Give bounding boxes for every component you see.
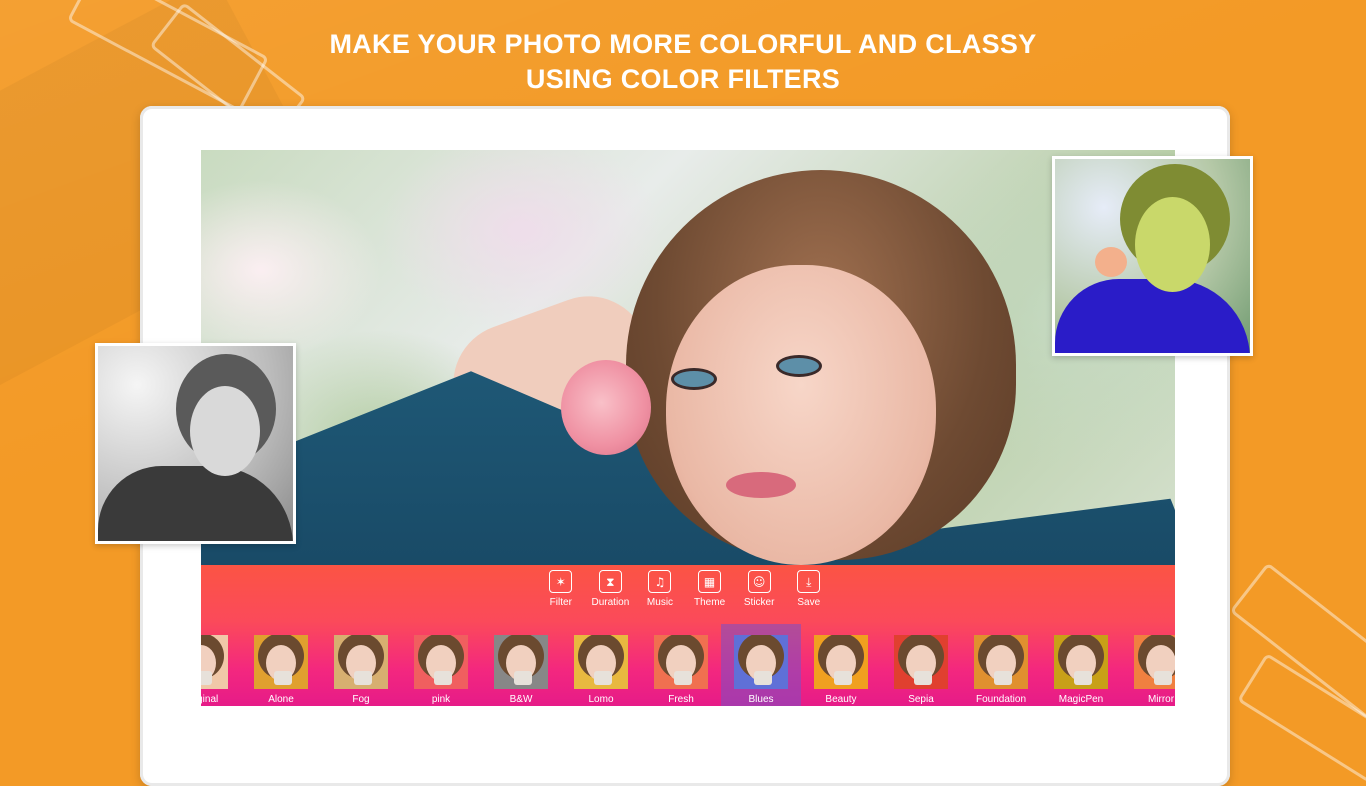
photo-face (666, 265, 936, 565)
thumbnail-cup (434, 671, 452, 685)
music-note-icon: ♫ (648, 570, 672, 593)
filter-label: B&W (509, 694, 533, 705)
color-sample-card (1052, 156, 1253, 356)
filter-thumbnail (734, 635, 788, 689)
tool-label: Filter (549, 597, 572, 608)
filter-item-sepia[interactable]: Sepia (881, 624, 961, 706)
filter-thumbnail (1134, 635, 1175, 689)
bw-sample-face (190, 386, 260, 476)
tool-label: Duration (591, 597, 630, 608)
theme-icon: ▦ (698, 570, 722, 593)
hourglass-icon: ⧗ (598, 570, 622, 593)
filter-label: Beauty (825, 694, 857, 705)
filter-label: Fog (352, 694, 370, 705)
photo-lips (726, 472, 796, 498)
filter-item-lomo[interactable]: Lomo (561, 624, 641, 706)
tool-sticker[interactable]: ☺ Sticker (734, 565, 784, 620)
filter-thumbnail (494, 635, 548, 689)
filter-label: Fresh (668, 694, 694, 705)
thumbnail-cup (594, 671, 612, 685)
photo-rose (561, 360, 651, 455)
filter-item-b-w[interactable]: B&W (481, 624, 561, 706)
tool-label: Music (646, 597, 674, 608)
filter-thumbnail (654, 635, 708, 689)
filter-item-mirror[interactable]: Mirror (1121, 624, 1175, 706)
filter-thumbnail (414, 635, 468, 689)
filter-thumbnail (974, 635, 1028, 689)
tool-save[interactable]: ⤓ Save (784, 565, 834, 620)
editor-toolbar: ✶ Filter ⧗ Duration ♫ Music ▦ Theme ☺ Sticker ⤓ Sav… (201, 565, 1175, 706)
tool-duration[interactable]: ⧗ Duration (586, 565, 636, 620)
filter-label: Blues (748, 694, 774, 705)
color-sample-face (1135, 197, 1210, 292)
filter-item-original[interactable]: Original (201, 624, 241, 706)
filter-thumbnail (254, 635, 308, 689)
filter-item-blues[interactable]: Blues (721, 624, 801, 706)
filter-thumbnail (334, 635, 388, 689)
filter-item-pink[interactable]: pink (401, 624, 481, 706)
filter-item-magicpen[interactable]: MagicPen (1041, 624, 1121, 706)
filter-label: Sepia (908, 694, 934, 705)
download-icon: ⤓ (797, 570, 821, 593)
filter-item-alone[interactable]: Alone (241, 624, 321, 706)
tool-theme[interactable]: ▦ Theme (685, 565, 735, 620)
thumbnail-cup (514, 671, 532, 685)
tool-label: Save (797, 597, 821, 608)
photo-eye (776, 355, 822, 377)
tool-label: Sticker (743, 597, 775, 608)
thumbnail-cup (1154, 671, 1172, 685)
filter-item-fog[interactable]: Fog (321, 624, 401, 706)
filter-thumbnail (894, 635, 948, 689)
thumbnail-cup (274, 671, 292, 685)
thumbnail-cup (1074, 671, 1092, 685)
magic-wand-icon: ✶ (549, 570, 573, 593)
sticker-icon: ☺ (747, 570, 771, 593)
filter-label: pink (431, 694, 451, 705)
thumbnail-cup (674, 671, 692, 685)
filter-label: Original (201, 694, 219, 705)
thumbnail-cup (201, 671, 212, 685)
headline-line-1: MAKE YOUR PHOTO MORE COLORFUL AND CLASSY (329, 29, 1037, 59)
filter-item-beauty[interactable]: Beauty (801, 624, 881, 706)
bw-sample-image (98, 346, 293, 541)
headline: MAKE YOUR PHOTO MORE COLORFUL AND CLASSY… (0, 27, 1366, 97)
filter-thumbnail (814, 635, 868, 689)
filter-label: Alone (268, 694, 294, 705)
filter-strip[interactable]: Original Alone Fog pink B&W Lomo Fresh Blues Bea… (201, 624, 1175, 706)
filter-item-fresh[interactable]: Fresh (641, 624, 721, 706)
bw-sample-card (95, 343, 296, 544)
thumbnail-cup (754, 671, 772, 685)
tool-label: Theme (694, 597, 726, 608)
photo-preview (201, 150, 1175, 565)
filter-label: Lomo (588, 694, 614, 705)
filter-label: Mirror (1147, 694, 1175, 705)
thumbnail-cup (994, 671, 1012, 685)
tool-row: ✶ Filter ⧗ Duration ♫ Music ▦ Theme ☺ Sticker ⤓ Sav… (536, 565, 834, 620)
thumbnail-cup (354, 671, 372, 685)
app-screen: ✶ Filter ⧗ Duration ♫ Music ▦ Theme ☺ Sticker ⤓ Sav… (201, 150, 1175, 706)
tool-music[interactable]: ♫ Music (635, 565, 685, 620)
filter-thumbnail (201, 635, 228, 689)
headline-line-2: USING COLOR FILTERS (525, 64, 841, 94)
thumbnail-cup (914, 671, 932, 685)
filter-thumbnail (1054, 635, 1108, 689)
filter-item-foundation[interactable]: Foundation (961, 624, 1041, 706)
color-sample-image (1055, 159, 1250, 353)
filter-label: Foundation (975, 694, 1027, 705)
thumbnail-cup (834, 671, 852, 685)
photo-eye (671, 368, 717, 390)
color-sample-rose (1095, 247, 1127, 277)
tool-filter[interactable]: ✶ Filter (536, 565, 586, 620)
filter-thumbnail (574, 635, 628, 689)
filter-label: MagicPen (1058, 694, 1104, 705)
